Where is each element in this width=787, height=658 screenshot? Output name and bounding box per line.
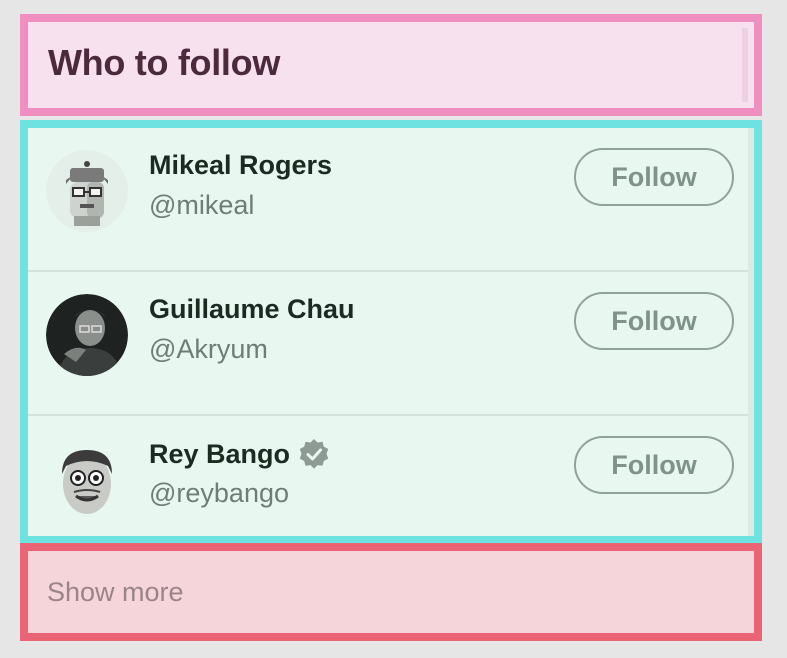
avatar[interactable]: [46, 294, 128, 376]
follow-button[interactable]: Follow: [574, 148, 734, 206]
suggestion-list: Mikeal Rogers @mikeal Follow Guillaume C…: [20, 120, 762, 544]
user-name-text[interactable]: Guillaume Chau: [149, 294, 355, 325]
user-handle: @reybango: [149, 478, 289, 508]
follow-button[interactable]: Follow: [574, 436, 734, 494]
widget-header: Who to follow: [20, 14, 762, 116]
avatar-cartoon-robot-icon: [46, 150, 128, 232]
show-more-section: Show more: [20, 543, 762, 641]
suggestion-row[interactable]: Guillaume Chau @Akryum Follow: [28, 272, 754, 416]
user-name-text[interactable]: Mikeal Rogers: [149, 150, 332, 181]
suggestion-row[interactable]: Rey Bango @reybango Follow: [28, 416, 754, 544]
avatar-cartoon-face-icon: [46, 438, 128, 520]
user-handle: @Akryum: [149, 334, 268, 364]
avatar[interactable]: [46, 150, 128, 232]
avatar-photo-icon: [46, 294, 128, 376]
avatar[interactable]: [46, 438, 128, 520]
user-name[interactable]: Rey Bango: [149, 438, 330, 470]
user-name-text[interactable]: Rey Bango: [149, 439, 290, 470]
user-handle: @mikeal: [149, 190, 255, 220]
who-to-follow-panel: Who to follow Mikeal Rogers @mikeal Foll…: [20, 14, 762, 641]
user-name[interactable]: Mikeal Rogers: [149, 150, 332, 181]
widget-title: Who to follow: [48, 42, 281, 83]
user-name[interactable]: Guillaume Chau: [149, 294, 355, 325]
verified-badge-icon: [299, 439, 329, 469]
show-more-link[interactable]: Show more: [47, 577, 184, 608]
follow-button[interactable]: Follow: [574, 292, 734, 350]
suggestion-row[interactable]: Mikeal Rogers @mikeal Follow: [28, 128, 754, 272]
